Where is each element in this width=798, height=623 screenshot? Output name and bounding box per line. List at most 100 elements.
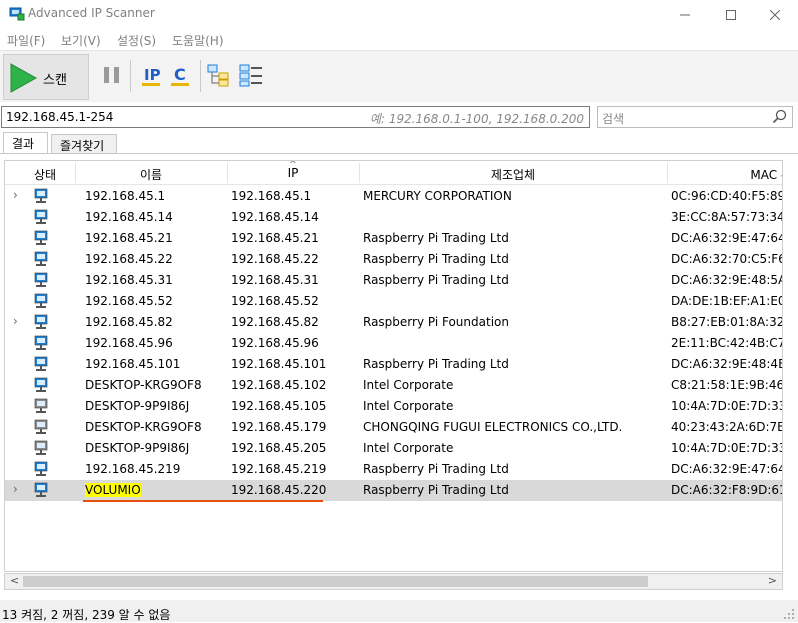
ip-range-hint: 예: 192.168.0.1-100, 192.168.0.200 — [369, 112, 584, 126]
device-online-icon — [34, 377, 48, 392]
table-row[interactable]: › 192.168.45.1 192.168.45.1 MERCURY CORPORA… — [5, 186, 782, 207]
table-row[interactable]: › VOLUMIO 192.168.45.220 Raspberry Pi Tradi… — [5, 480, 783, 501]
cell-mac: DC:A6:32:9E:48:4B — [671, 357, 783, 371]
status-bar: 13 켜짐, 2 꺼짐, 239 알 수 없음 — [0, 600, 798, 622]
close-button[interactable] — [752, 0, 798, 29]
scroll-left-icon[interactable]: < — [10, 574, 19, 587]
cell-name: 192.168.45.219 — [85, 462, 181, 476]
cell-vendor: CHONGQING FUGUI ELECTRONICS CO.,LTD. — [363, 420, 623, 434]
play-icon — [10, 63, 37, 93]
col-name[interactable]: 이름 — [75, 166, 227, 183]
cell-mac: DA:DE:1B:EF:A1:E0 — [671, 294, 783, 308]
cell-ip: 192.168.45.1 — [231, 189, 312, 203]
cell-name: 192.168.45.22 — [85, 252, 173, 266]
table-row[interactable]: DESKTOP-9P9I86J 192.168.45.205 Intel Corpo… — [5, 438, 783, 459]
results-table: 상태 이름 ^ IP 제조업체 MAC 주소 › 192.168.45.1 192.… — [4, 160, 783, 572]
horizontal-scrollbar[interactable]: < > — [4, 573, 783, 590]
app-icon — [9, 7, 25, 21]
resize-grip-icon[interactable] — [783, 608, 795, 620]
cell-mac: 10:4A:7D:0E:7D:33 — [671, 441, 783, 455]
device-online-icon — [34, 272, 48, 287]
table-row[interactable]: DESKTOP-KRG9OF8 192.168.45.102 Intel Corpo… — [5, 375, 782, 396]
pause-icon[interactable] — [99, 62, 125, 88]
menu-view[interactable]: 보기(V) — [61, 32, 101, 49]
cell-ip: 192.168.45.22 — [231, 252, 319, 266]
toolbar-separator — [200, 60, 201, 92]
expand-all-icon[interactable] — [206, 62, 232, 88]
table-row[interactable]: › 192.168.45.82 192.168.45.82 Raspberry Pi … — [5, 312, 783, 333]
svg-text:IP: IP — [144, 66, 161, 84]
table-row[interactable]: DESKTOP-KRG9OF8 192.168.45.179 CHONGQING F… — [5, 417, 782, 438]
device-online-icon — [34, 209, 48, 224]
address-row: 192.168.45.1-254 예: 192.168.0.1-100, 192… — [0, 104, 798, 130]
ip-class-icon[interactable]: IP — [139, 62, 165, 88]
table-row[interactable]: 192.168.45.219 192.168.45.219 Raspberry Pi… — [5, 459, 783, 480]
cell-mac: DC:A6:32:9E:48:5A — [671, 273, 783, 287]
cell-mac: 2E:11:BC:42:4B:C7 — [671, 336, 783, 350]
expand-chevron-icon[interactable]: › — [13, 314, 18, 328]
ip-range-input[interactable]: 192.168.45.1-254 예: 192.168.0.1-100, 192… — [1, 106, 590, 128]
menu-settings[interactable]: 설정(S) — [117, 32, 156, 49]
cell-mac: DC:A6:32:9E:47:64 — [671, 462, 783, 476]
toolbar-separator — [130, 60, 131, 92]
toolbar: 스캔 IP C — [0, 50, 798, 102]
cell-ip: 192.168.45.219 — [231, 462, 327, 476]
cell-ip: 192.168.45.21 — [231, 231, 319, 245]
cell-name: DESKTOP-KRG9OF8 — [85, 378, 202, 392]
device-offline-icon — [34, 398, 48, 413]
maximize-button[interactable] — [708, 0, 754, 29]
tab-strip: 결과 즐겨찾기 — [0, 132, 798, 154]
search-icon[interactable] — [772, 109, 788, 125]
table-row[interactable]: 192.168.45.101 192.168.45.101 Raspberry Pi… — [5, 354, 783, 375]
search-input[interactable]: 검색 — [597, 106, 793, 128]
table-row[interactable]: DESKTOP-9P9I86J 192.168.45.105 Intel Corpo… — [5, 396, 783, 417]
menu-file[interactable]: 파일(F) — [7, 32, 45, 49]
cell-ip: 192.168.45.52 — [231, 294, 319, 308]
table-row[interactable]: 192.168.45.21 192.168.45.21 Raspberry Pi T… — [5, 228, 782, 249]
menu-bar: 파일(F) 보기(V) 설정(S) 도움말(H) — [0, 29, 798, 50]
cell-ip: 192.168.45.102 — [231, 378, 327, 392]
menu-help[interactable]: 도움말(H) — [172, 32, 224, 49]
class-c-icon[interactable]: C — [168, 62, 194, 88]
cell-mac: 10:4A:7D:0E:7D:33 — [671, 399, 783, 413]
cell-name: 192.168.45.101 — [85, 357, 181, 371]
cell-vendor: Intel Corporate — [363, 441, 454, 455]
title-bar: Advanced IP Scanner — [0, 0, 798, 29]
tab-favorites[interactable]: 즐겨찾기 — [51, 134, 117, 154]
cell-mac: DC:A6:32:70:C5:F6 — [671, 252, 783, 266]
cell-mac: B8:27:EB:01:8A:32 — [671, 315, 783, 329]
cell-ip: 192.168.45.101 — [231, 357, 327, 371]
table-row[interactable]: 192.168.45.14 192.168.45.14 3E:CC:8A:57:73… — [5, 207, 782, 228]
cell-name: DESKTOP-KRG9OF8 — [85, 420, 202, 434]
cell-name: 192.168.45.14 — [85, 210, 173, 224]
table-row[interactable]: 192.168.45.96 192.168.45.96 2E:11:BC:42:4B… — [5, 333, 783, 354]
scrollbar-thumb[interactable] — [23, 576, 648, 587]
col-vendor[interactable]: 제조업체 — [359, 166, 667, 183]
col-mac[interactable]: MAC 주소 — [673, 166, 782, 183]
tab-favorites-label: 즐겨찾기 — [60, 139, 105, 153]
tab-results[interactable]: 결과 — [3, 132, 48, 154]
cell-vendor: Raspberry Pi Trading Ltd — [363, 483, 509, 497]
table-row[interactable]: 192.168.45.52 192.168.45.52 DA:DE:1B:EF:A1… — [5, 291, 783, 312]
table-row[interactable]: 192.168.45.22 192.168.45.22 Raspberry Pi T… — [5, 249, 783, 270]
scan-button[interactable]: 스캔 — [3, 54, 89, 100]
scroll-right-icon[interactable]: > — [768, 574, 777, 587]
window-title: Advanced IP Scanner — [28, 6, 155, 20]
table-header: 상태 이름 ^ IP 제조업체 MAC 주소 — [5, 161, 782, 185]
svg-text:C: C — [174, 65, 186, 84]
tab-divider — [0, 153, 798, 154]
col-status[interactable]: 상태 — [5, 166, 85, 183]
col-ip[interactable]: IP — [227, 166, 359, 180]
expand-chevron-icon[interactable]: › — [13, 482, 18, 496]
column-separator — [667, 163, 668, 183]
cell-ip: 192.168.45.14 — [231, 210, 319, 224]
expand-chevron-icon[interactable]: › — [13, 188, 18, 202]
device-online-icon — [34, 482, 48, 497]
device-online-icon — [34, 335, 48, 350]
device-online-icon — [34, 314, 48, 329]
cell-mac: DC:A6:32:F8:9D:61 — [671, 483, 783, 497]
device-offline-icon — [34, 419, 48, 434]
collapse-all-icon[interactable] — [238, 62, 264, 88]
minimize-button[interactable] — [662, 0, 708, 29]
table-row[interactable]: 192.168.45.31 192.168.45.31 Raspberry Pi T… — [5, 270, 783, 291]
